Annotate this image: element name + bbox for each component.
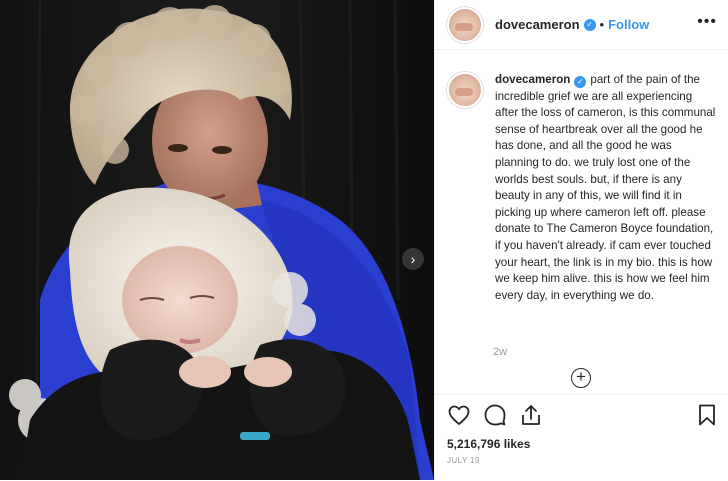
photo-image — [0, 0, 434, 480]
comment-icon[interactable] — [483, 403, 507, 427]
avatar[interactable] — [447, 6, 483, 43]
actions-bar: 5,216,796 likes JULY 19 — [435, 394, 728, 481]
post-time-ago[interactable]: 2w — [493, 346, 507, 358]
post-sidebar: dovecameron ✓ • Follow ••• dovecameron ✓ p… — [434, 0, 728, 480]
more-options-icon[interactable]: ••• — [697, 13, 717, 31]
load-more-comments-icon[interactable]: + — [571, 368, 591, 388]
likes-count[interactable]: 5,216,796 likes — [447, 437, 530, 451]
follow-button[interactable]: Follow — [608, 17, 649, 32]
heart-icon[interactable] — [447, 403, 471, 427]
header-username[interactable]: dovecameron — [495, 17, 580, 32]
caption-username[interactable]: dovecameron — [495, 73, 570, 86]
share-icon[interactable] — [519, 403, 543, 427]
caption-text: part of the pain of the incredible grief… — [495, 73, 716, 302]
separator-dot: • — [599, 17, 605, 32]
post-photo: › — [0, 0, 434, 480]
action-icons — [447, 403, 543, 427]
next-photo-button[interactable]: › — [402, 248, 424, 270]
caption-text-block: dovecameron ✓ part of the pain of the incr… — [495, 72, 717, 304]
bookmark-icon[interactable] — [695, 403, 719, 427]
caption-verified-icon: ✓ — [574, 76, 587, 88]
post-date: JULY 19 — [447, 456, 480, 465]
caption-comment: dovecameron ✓ part of the pain of the incr… — [447, 72, 717, 304]
verified-icon: ✓ — [583, 18, 596, 31]
instagram-post: › dovecameron ✓ • Follow ••• dovecameron… — [0, 0, 728, 480]
caption-avatar[interactable] — [447, 72, 483, 108]
post-header: dovecameron ✓ • Follow ••• — [435, 0, 728, 50]
